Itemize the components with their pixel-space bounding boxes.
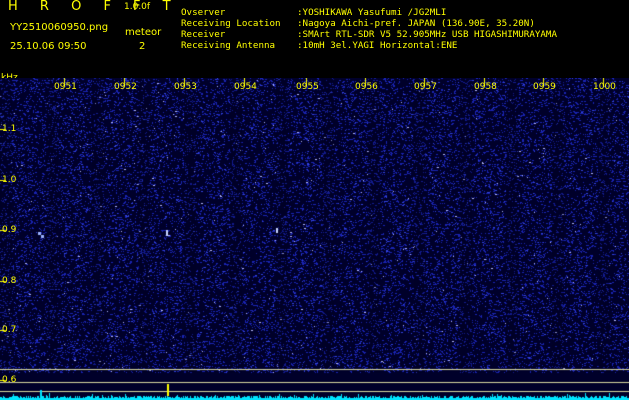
info-key-receiver: Receiver	[181, 29, 226, 40]
freq-tick-label: 1.1	[2, 124, 17, 134]
info-key-location: Receiving Location	[181, 18, 281, 29]
info-key-antenna: Receiving Antenna	[181, 40, 276, 51]
timestamp: 25.10.06 09:50	[10, 41, 87, 52]
time-tick-label: 0959	[533, 82, 556, 92]
spectrogram-canvas	[0, 78, 629, 400]
time-tick-label: 0953	[174, 82, 197, 92]
time-tick-label: 0958	[474, 82, 497, 92]
app-version: 1.0.0f	[124, 2, 151, 12]
time-tick-label: 1000	[593, 82, 616, 92]
file-name: YY2510060950.png	[10, 22, 109, 33]
freq-tick-label: 0.9	[2, 225, 17, 235]
freq-tick-label: 0.7	[2, 325, 17, 335]
time-tick-label: 0955	[296, 82, 319, 92]
freq-tick-label: 0.6	[2, 375, 17, 385]
header-panel: H R O F F T 1.0.0f YY2510060950.png mete…	[0, 0, 629, 83]
info-value-location: :Nagoya Aichi-pref. JAPAN (136.90E, 35.2…	[297, 18, 535, 29]
freq-tick-label: 0.8	[2, 276, 17, 286]
info-value-observer: :YOSHIKAWA Yasufumi /JG2MLI	[297, 7, 447, 18]
freq-tick-label: 1.0	[2, 175, 17, 185]
app-brand: H R O F F T	[8, 0, 180, 14]
meteor-count: 2	[139, 41, 146, 52]
time-tick-label: 0956	[355, 82, 378, 92]
time-tick-label: 0954	[234, 82, 257, 92]
meteor-label: meteor	[125, 27, 162, 38]
time-tick-label: 0951	[54, 82, 77, 92]
time-tick-label: 0952	[114, 82, 137, 92]
time-tick-label: 0957	[414, 82, 437, 92]
info-value-antenna: :10mH 3el.YAGI Horizontal:ENE	[297, 40, 458, 51]
info-key-observer: Ovserver	[181, 7, 226, 18]
info-value-receiver: :SMArt RTL-SDR V5 52.905MHz USB HIGASHIM…	[297, 29, 557, 40]
